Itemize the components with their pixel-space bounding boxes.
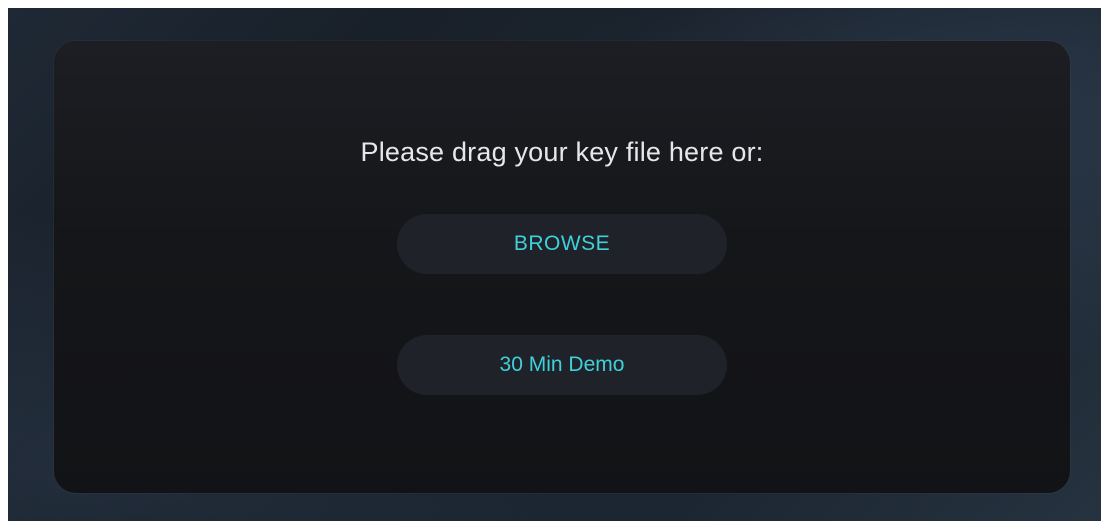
browse-button[interactable]: BROWSE (397, 214, 727, 274)
drag-key-file-prompt: Please drag your key file here or: (360, 137, 764, 167)
app-background: Please drag your key file here or: BROWS… (8, 8, 1101, 521)
demo-button[interactable]: 30 Min Demo (397, 335, 727, 395)
activation-dialog[interactable]: Please drag your key file here or: BROWS… (54, 41, 1070, 493)
